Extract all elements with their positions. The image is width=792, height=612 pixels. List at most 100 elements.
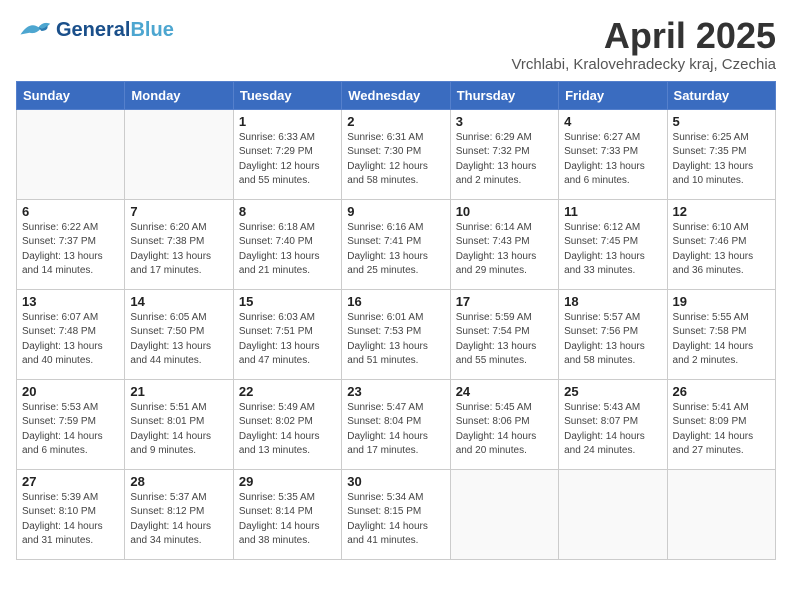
page-header: GeneralBlue April 2025 Vrchlabi, Kralove… bbox=[16, 16, 776, 73]
week-row-3: 13 Sunrise: 6:07 AMSunset: 7:48 PMDayligh… bbox=[17, 289, 776, 379]
day-number: 5 bbox=[673, 114, 770, 129]
day-info: Sunrise: 5:45 AMSunset: 8:06 PMDaylight:… bbox=[456, 401, 553, 459]
day-number: 2 bbox=[347, 114, 444, 129]
day-info: Sunrise: 5:51 AMSunset: 8:01 PMDaylight:… bbox=[130, 401, 227, 459]
week-row-2: 6Sunrise: 6:22 AMSunset: 7:37 PMDaylight… bbox=[17, 199, 776, 289]
day-cell bbox=[17, 109, 125, 199]
day-info: Sunrise: 5:34 AMSunset: 8:15 PMDaylight:… bbox=[347, 491, 444, 549]
day-cell: 28Sunrise: 5:37 AMSunset: 8:12 PMDayligh… bbox=[125, 469, 233, 559]
day-cell: 6Sunrise: 6:22 AMSunset: 7:37 PMDaylight… bbox=[17, 199, 125, 289]
day-info: Sunrise: 6:10 AMSunset: 7:46 PMDaylight:… bbox=[673, 221, 770, 279]
day-cell bbox=[125, 109, 233, 199]
day-info: Sunrise: 6:27 AMSunset: 7:33 PMDaylight:… bbox=[564, 131, 661, 189]
day-number: 19 bbox=[673, 294, 770, 309]
day-cell bbox=[450, 469, 558, 559]
day-number: 21 bbox=[130, 384, 227, 399]
day-cell: 11Sunrise: 6:12 AMSunset: 7:45 PMDayligh… bbox=[559, 199, 667, 289]
day-info: Sunrise: 6:29 AMSunset: 7:32 PMDaylight:… bbox=[456, 131, 553, 189]
day-info: Sunrise: 6:01 AMSunset: 7:53 PMDaylight:… bbox=[347, 311, 444, 369]
day-cell: 20 Sunrise: 5:53 AMSunset: 7:59 PMDayligh… bbox=[17, 379, 125, 469]
day-cell: 10 Sunrise: 6:14 AMSunset: 7:43 PMDayligh… bbox=[450, 199, 558, 289]
day-info: Sunrise: 5:37 AMSunset: 8:12 PMDaylight:… bbox=[130, 491, 227, 549]
day-info: Sunrise: 6:18 AMSunset: 7:40 PMDaylight:… bbox=[239, 221, 336, 279]
day-cell: 14Sunrise: 6:05 AMSunset: 7:50 PMDayligh… bbox=[125, 289, 233, 379]
day-info: Sunrise: 6:31 AMSunset: 7:30 PMDaylight:… bbox=[347, 131, 444, 189]
logo-bird-icon bbox=[16, 16, 52, 44]
day-cell: 26 Sunrise: 5:41 AMSunset: 8:09 PMDayligh… bbox=[667, 379, 775, 469]
day-cell: 2 Sunrise: 6:31 AMSunset: 7:30 PMDaylight… bbox=[342, 109, 450, 199]
day-number: 10 bbox=[456, 204, 553, 219]
day-number: 17 bbox=[456, 294, 553, 309]
day-header-row: SundayMondayTuesdayWednesdayThursdayFrid… bbox=[17, 81, 776, 109]
day-number: 29 bbox=[239, 474, 336, 489]
day-cell: 27 Sunrise: 5:39 AMSunset: 8:10 PMDayligh… bbox=[17, 469, 125, 559]
day-number: 26 bbox=[673, 384, 770, 399]
day-cell: 5 Sunrise: 6:25 AMSunset: 7:35 PMDaylight… bbox=[667, 109, 775, 199]
day-cell: 12Sunrise: 6:10 AMSunset: 7:46 PMDayligh… bbox=[667, 199, 775, 289]
day-number: 16 bbox=[347, 294, 444, 309]
day-number: 24 bbox=[456, 384, 553, 399]
day-header-sunday: Sunday bbox=[17, 81, 125, 109]
day-cell bbox=[559, 469, 667, 559]
week-row-1: 1Sunrise: 6:33 AMSunset: 7:29 PMDaylight… bbox=[17, 109, 776, 199]
day-info: Sunrise: 5:53 AMSunset: 7:59 PMDaylight:… bbox=[22, 401, 119, 459]
day-number: 18 bbox=[564, 294, 661, 309]
day-header-tuesday: Tuesday bbox=[233, 81, 341, 109]
logo: GeneralBlue bbox=[16, 16, 174, 44]
day-number: 23 bbox=[347, 384, 444, 399]
day-number: 3 bbox=[456, 114, 553, 129]
day-header-saturday: Saturday bbox=[667, 81, 775, 109]
week-row-5: 27 Sunrise: 5:39 AMSunset: 8:10 PMDayligh… bbox=[17, 469, 776, 559]
calendar-table: SundayMondayTuesdayWednesdayThursdayFrid… bbox=[16, 81, 776, 560]
day-cell: 15 Sunrise: 6:03 AMSunset: 7:51 PMDayligh… bbox=[233, 289, 341, 379]
week-row-4: 20 Sunrise: 5:53 AMSunset: 7:59 PMDayligh… bbox=[17, 379, 776, 469]
day-number: 8 bbox=[239, 204, 336, 219]
day-info: Sunrise: 5:59 AMSunset: 7:54 PMDaylight:… bbox=[456, 311, 553, 369]
day-info: Sunrise: 5:41 AMSunset: 8:09 PMDaylight:… bbox=[673, 401, 770, 459]
day-cell: 24 Sunrise: 5:45 AMSunset: 8:06 PMDayligh… bbox=[450, 379, 558, 469]
day-cell: 18 Sunrise: 5:57 AMSunset: 7:56 PMDayligh… bbox=[559, 289, 667, 379]
day-info: Sunrise: 5:49 AMSunset: 8:02 PMDaylight:… bbox=[239, 401, 336, 459]
day-cell: 3 Sunrise: 6:29 AMSunset: 7:32 PMDaylight… bbox=[450, 109, 558, 199]
day-header-thursday: Thursday bbox=[450, 81, 558, 109]
day-cell: 17 Sunrise: 5:59 AMSunset: 7:54 PMDayligh… bbox=[450, 289, 558, 379]
day-number: 14 bbox=[130, 294, 227, 309]
day-number: 4 bbox=[564, 114, 661, 129]
day-info: Sunrise: 5:39 AMSunset: 8:10 PMDaylight:… bbox=[22, 491, 119, 549]
day-info: Sunrise: 6:14 AMSunset: 7:43 PMDaylight:… bbox=[456, 221, 553, 279]
day-cell: 7Sunrise: 6:20 AMSunset: 7:38 PMDaylight… bbox=[125, 199, 233, 289]
logo-text: GeneralBlue bbox=[56, 20, 174, 40]
day-number: 20 bbox=[22, 384, 119, 399]
day-number: 25 bbox=[564, 384, 661, 399]
day-number: 13 bbox=[22, 294, 119, 309]
day-cell: 9Sunrise: 6:16 AMSunset: 7:41 PMDaylight… bbox=[342, 199, 450, 289]
day-header-monday: Monday bbox=[125, 81, 233, 109]
day-cell: 21 Sunrise: 5:51 AMSunset: 8:01 PMDayligh… bbox=[125, 379, 233, 469]
day-info: Sunrise: 5:35 AMSunset: 8:14 PMDaylight:… bbox=[239, 491, 336, 549]
day-number: 11 bbox=[564, 204, 661, 219]
day-cell: 16 Sunrise: 6:01 AMSunset: 7:53 PMDayligh… bbox=[342, 289, 450, 379]
day-number: 7 bbox=[130, 204, 227, 219]
day-info: Sunrise: 5:55 AMSunset: 7:58 PMDaylight:… bbox=[673, 311, 770, 369]
day-number: 15 bbox=[239, 294, 336, 309]
day-info: Sunrise: 6:07 AMSunset: 7:48 PMDaylight:… bbox=[22, 311, 119, 369]
day-info: Sunrise: 5:43 AMSunset: 8:07 PMDaylight:… bbox=[564, 401, 661, 459]
calendar-subtitle: Vrchlabi, Kralovehradecky kraj, Czechia bbox=[511, 56, 776, 73]
day-info: Sunrise: 5:47 AMSunset: 8:04 PMDaylight:… bbox=[347, 401, 444, 459]
day-number: 27 bbox=[22, 474, 119, 489]
day-info: Sunrise: 6:03 AMSunset: 7:51 PMDaylight:… bbox=[239, 311, 336, 369]
day-info: Sunrise: 6:25 AMSunset: 7:35 PMDaylight:… bbox=[673, 131, 770, 189]
day-number: 9 bbox=[347, 204, 444, 219]
day-cell: 22Sunrise: 5:49 AMSunset: 8:02 PMDayligh… bbox=[233, 379, 341, 469]
calendar-title: April 2025 bbox=[511, 16, 776, 56]
day-cell: 30 Sunrise: 5:34 AMSunset: 8:15 PMDayligh… bbox=[342, 469, 450, 559]
day-header-wednesday: Wednesday bbox=[342, 81, 450, 109]
day-cell: 4 Sunrise: 6:27 AMSunset: 7:33 PMDaylight… bbox=[559, 109, 667, 199]
day-cell: 13 Sunrise: 6:07 AMSunset: 7:48 PMDayligh… bbox=[17, 289, 125, 379]
day-cell: 29 Sunrise: 5:35 AMSunset: 8:14 PMDayligh… bbox=[233, 469, 341, 559]
day-info: Sunrise: 5:57 AMSunset: 7:56 PMDaylight:… bbox=[564, 311, 661, 369]
title-block: April 2025 Vrchlabi, Kralovehradecky kra… bbox=[511, 16, 776, 73]
day-number: 30 bbox=[347, 474, 444, 489]
day-cell: 23 Sunrise: 5:47 AMSunset: 8:04 PMDayligh… bbox=[342, 379, 450, 469]
day-info: Sunrise: 6:22 AMSunset: 7:37 PMDaylight:… bbox=[22, 221, 119, 279]
